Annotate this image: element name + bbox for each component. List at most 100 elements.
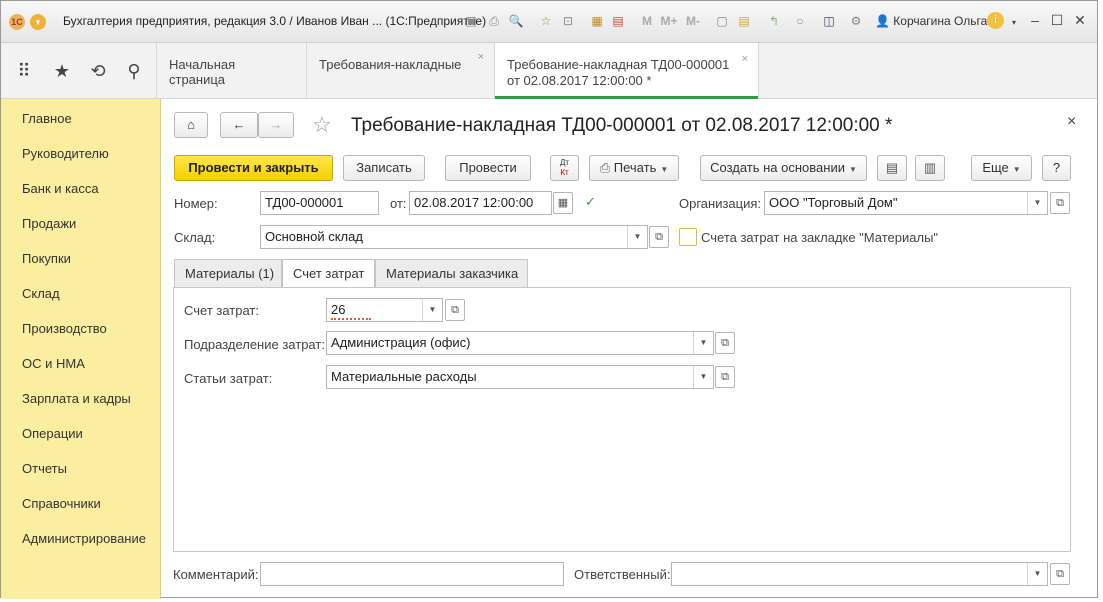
organization-open-button[interactable]: ⧉: [1050, 192, 1070, 214]
favorites-add-icon[interactable]: ⊡: [560, 13, 576, 29]
calculator-icon[interactable]: ▦: [589, 13, 605, 29]
organization-field[interactable]: ООО "Торговый Дом" ▼: [764, 191, 1048, 215]
preview-icon[interactable]: 🔍: [508, 13, 524, 29]
minimize-icon[interactable]: –: [1027, 12, 1043, 30]
memory-mminus-button[interactable]: M-: [683, 13, 703, 29]
report-button[interactable]: ▤: [877, 155, 907, 181]
date-value: 02.08.2017 12:00:00: [414, 195, 534, 210]
warehouse-open-button[interactable]: ⧉: [649, 226, 669, 248]
posted-status-icon: ✓: [585, 194, 596, 209]
chevron-down-icon[interactable]: ▼: [627, 226, 647, 248]
tab-home[interactable]: Начальная страница: [157, 43, 307, 99]
post-button[interactable]: Провести: [445, 155, 531, 181]
create-based-on-button[interactable]: Создать на основании ▼: [700, 155, 867, 181]
cost-accounts-checkbox-label[interactable]: Счета затрат на закладке "Материалы": [701, 230, 938, 245]
more-button[interactable]: Еще ▼: [971, 155, 1032, 181]
chevron-down-icon[interactable]: ▼: [693, 332, 713, 354]
app-logo-icon[interactable]: 1С: [9, 14, 25, 30]
dtkt-button[interactable]: Дт Кт: [550, 155, 579, 181]
info-icon[interactable]: i: [987, 12, 1004, 29]
chevron-down-icon[interactable]: ▼: [422, 299, 442, 321]
home-button[interactable]: ⌂: [174, 112, 208, 138]
cost-account-label: Счет затрат:: [184, 303, 259, 318]
forward-button[interactable]: →: [258, 112, 294, 138]
back-arrow-icon[interactable]: ↰: [766, 13, 782, 29]
spellcheck-underline: [331, 318, 371, 320]
tab-close-icon[interactable]: ×: [478, 51, 484, 63]
cost-division-open-button[interactable]: ⧉: [715, 332, 735, 354]
sidebar-item-sales[interactable]: Продажи: [22, 216, 76, 231]
structure-button[interactable]: ▥: [915, 155, 945, 181]
calendar-icon[interactable]: ▤: [610, 13, 626, 29]
user-name[interactable]: 👤 Корчагина Ольга: [875, 14, 987, 28]
memory-m-button[interactable]: M: [639, 13, 655, 29]
tab-customer-materials[interactable]: Материалы заказчика: [375, 259, 528, 287]
sidebar-item-operations[interactable]: Операции: [22, 426, 83, 441]
favorites-icon[interactable]: ☆: [538, 13, 554, 29]
date-field[interactable]: 02.08.2017 12:00:00: [409, 191, 552, 215]
main-menu-icon[interactable]: ▾: [30, 14, 46, 30]
comment-field[interactable]: [260, 562, 564, 586]
maximize-icon[interactable]: ☐: [1049, 12, 1065, 30]
dt-label: Дт: [559, 158, 570, 167]
responsible-open-button[interactable]: ⧉: [1050, 563, 1070, 585]
tab-current-document[interactable]: Требование-накладная ТД00-000001 от 02.0…: [495, 43, 759, 99]
star-icon[interactable]: ☆: [312, 112, 332, 138]
tools-icon[interactable]: ⚙: [848, 13, 864, 29]
cost-account-open-button[interactable]: ⧉: [445, 299, 465, 321]
number-field[interactable]: ТД00-000001: [260, 191, 379, 215]
forward-arrow-icon: →: [269, 117, 283, 132]
sidebar-item-production[interactable]: Производство: [22, 321, 107, 336]
tab-close-icon[interactable]: ×: [742, 51, 748, 67]
sidebar-item-admin[interactable]: Администрирование: [22, 531, 146, 546]
sidebar-item-payroll[interactable]: Зарплата и кадры: [22, 391, 131, 406]
favorites-star-icon[interactable]: ★: [51, 60, 73, 82]
back-button[interactable]: ←: [220, 112, 258, 138]
sidebar-item-reports[interactable]: Отчеты: [22, 461, 67, 476]
chevron-down-icon[interactable]: ▼: [1027, 563, 1047, 585]
print-icon[interactable]: ⎙: [486, 13, 502, 29]
cost-accounts-checkbox[interactable]: [679, 228, 697, 246]
number-label: Номер:: [174, 196, 218, 211]
chevron-down-icon[interactable]: ▼: [693, 366, 713, 388]
panel-icon[interactable]: ◫: [821, 13, 837, 29]
warehouse-field[interactable]: Основной склад ▼: [260, 225, 648, 249]
search-icon[interactable]: ○: [792, 13, 808, 29]
tab-cost-account[interactable]: Счет затрат: [282, 259, 375, 288]
print-button[interactable]: ⎙ Печать ▼: [589, 155, 679, 181]
post-and-close-button[interactable]: Провести и закрыть: [174, 155, 333, 181]
calendar-button[interactable]: ▦: [553, 192, 573, 214]
sidebar-item-purchases[interactable]: Покупки: [22, 251, 71, 266]
cost-account-field[interactable]: 26 ▼: [326, 298, 443, 322]
sidebar-item-manager[interactable]: Руководителю: [22, 146, 109, 161]
cost-division-field[interactable]: Администрация (офис) ▼: [326, 331, 714, 355]
new-document-icon[interactable]: ▢: [714, 13, 730, 29]
cost-items-open-button[interactable]: ⧉: [715, 366, 735, 388]
save-icon[interactable]: ▣: [463, 13, 479, 29]
sidebar-item-assets[interactable]: ОС и НМА: [22, 356, 85, 371]
responsible-field[interactable]: ▼: [671, 562, 1048, 586]
document-close-icon[interactable]: ×: [1067, 113, 1076, 131]
sidebar-item-bank[interactable]: Банк и касса: [22, 181, 99, 196]
chevron-down-icon[interactable]: ▼: [1027, 192, 1047, 214]
open-folder-icon[interactable]: ▤: [736, 13, 752, 29]
sidebar-item-catalogs[interactable]: Справочники: [22, 496, 101, 511]
tab-label: Начальная страница: [169, 57, 236, 87]
create-based-label: Создать на основании: [710, 160, 845, 175]
memory-mplus-button[interactable]: M+: [658, 13, 680, 29]
tab-requisitions-list[interactable]: Требования-накладные ×: [307, 43, 495, 99]
structure-icon: ▥: [923, 160, 937, 175]
sidebar-item-warehouse[interactable]: Склад: [22, 286, 60, 301]
save-button[interactable]: Записать: [343, 155, 425, 181]
cost-items-field[interactable]: Материальные расходы ▼: [326, 365, 714, 389]
history-icon[interactable]: ⟲: [87, 60, 109, 82]
sections-menu-icon[interactable]: ⠿: [13, 60, 35, 82]
window-menu-chevron-icon[interactable]: ▾: [1006, 12, 1022, 30]
open-icon: ⧉: [655, 231, 663, 243]
close-icon[interactable]: ✕: [1072, 12, 1088, 30]
help-button[interactable]: ?: [1042, 155, 1071, 181]
tab-materials[interactable]: Материалы (1): [174, 259, 282, 287]
sidebar-item-main[interactable]: Главное: [22, 111, 72, 126]
organization-label: Организация:: [679, 196, 762, 211]
search-icon[interactable]: ⚲: [123, 60, 145, 82]
